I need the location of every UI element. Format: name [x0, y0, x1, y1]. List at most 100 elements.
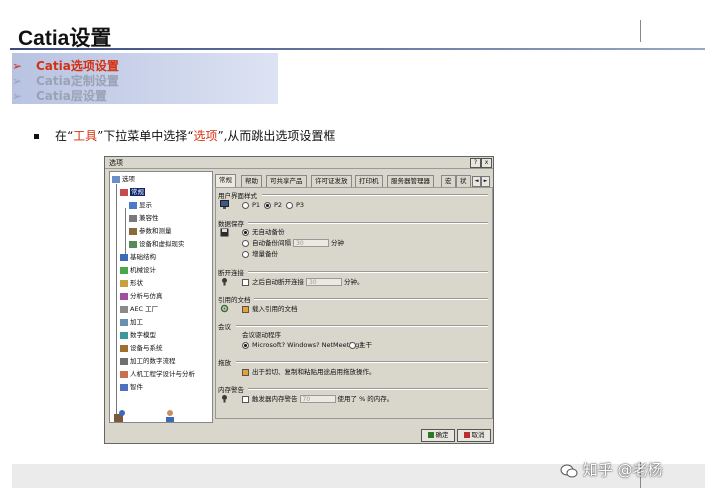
title-divider-tick [640, 20, 641, 42]
meeting-label: 会议 [218, 323, 231, 331]
knowledgeware-icon [120, 383, 128, 391]
lock-reset-icon[interactable] [113, 409, 127, 423]
devices-icon [129, 240, 137, 248]
arrow-right-icon: ➢ [12, 59, 23, 73]
tab-printer[interactable]: 打印机 [355, 175, 383, 187]
auto-disconnect[interactable]: 之后自动断开连接 30 分钟。 [242, 278, 364, 286]
aec-icon [120, 305, 128, 313]
tree-item-display[interactable]: 显示 [129, 200, 152, 210]
general-icon [120, 188, 128, 196]
help-button[interactable]: ? [470, 158, 481, 168]
arrow-right-icon: ➢ [12, 89, 23, 103]
tab-licensing[interactable]: 许可证发放 [311, 175, 352, 187]
drag-drop-checkbox[interactable] [242, 368, 249, 376]
memory-warning[interactable]: 触发器内存警告 70 使用了 % 的内存。 [242, 395, 393, 403]
radio-p1[interactable] [242, 201, 249, 209]
backup-interval-stepper[interactable]: 30 [293, 239, 329, 247]
cancel-button[interactable]: 取消 [457, 429, 491, 442]
tree-item-machining[interactable]: 加工 [120, 317, 143, 327]
tree-item-root[interactable]: 选项 [112, 174, 135, 184]
arrow-right-icon: ➢ [12, 74, 23, 88]
options-tree[interactable]: 选项 常规 显示 兼容性 参数和测量 设备和虚拟现实 基础结构 机械设计 形状 … [109, 171, 213, 423]
digital-mockup-icon [120, 331, 128, 339]
radio-p3[interactable] [286, 201, 293, 209]
tree-item-infrastructure[interactable]: 基础结构 [120, 252, 156, 262]
radio-backbone[interactable] [349, 341, 356, 349]
tree-item-devices[interactable]: 设备和虚拟现实 [129, 239, 185, 249]
radio-auto-backup[interactable] [242, 239, 249, 247]
tree-item-mechanical[interactable]: 机械设计 [120, 265, 156, 275]
display-icon [129, 201, 137, 209]
tree-item-digital-mockup[interactable]: 数字模型 [120, 330, 156, 340]
enable-drag-drop[interactable]: 出于剪切、复制和粘贴用途启用拖放操作。 [242, 368, 376, 376]
tab-shareable[interactable]: 可共享产品 [266, 175, 307, 187]
tree-item-analysis[interactable]: 分析与仿真 [120, 291, 163, 301]
tab-strip: 常规 帮助 可共享产品 许可证发放 打印机 服务器管理器 宏 状 ◄ ► [215, 174, 493, 187]
disconnect-minutes-stepper[interactable]: 30 [306, 278, 342, 286]
outline-item-layer: ➢ Catia层设置 [12, 89, 107, 103]
tree-item-knowledgeware[interactable]: 智件 [120, 382, 143, 392]
instruction-bullet: 在“工具”下拉菜单中选择“选项”,从而跳出选项设置框 [34, 127, 335, 144]
data-save-label: 数据保存 [218, 220, 244, 228]
memory-warning-checkbox[interactable] [242, 395, 249, 403]
ui-style-p2[interactable]: P2 [264, 201, 282, 209]
tree-item-params[interactable]: 参数和测量 [129, 226, 172, 236]
auto-disconnect-checkbox[interactable] [242, 278, 249, 286]
tree-item-compat[interactable]: 兼容性 [129, 213, 159, 223]
meeting-backbone[interactable]: 主干 [349, 341, 372, 349]
tree-item-general[interactable]: 常规 [120, 187, 145, 197]
backup-auto[interactable]: 自动备份间隔 30 分钟 [242, 239, 344, 247]
dialog-titlebar[interactable]: 选项 ? x [105, 157, 493, 169]
tree-item-equipment[interactable]: 设备与系统 [120, 343, 163, 353]
tab-help[interactable]: 帮助 [241, 175, 262, 187]
tree-item-shape[interactable]: 形状 [120, 278, 143, 288]
digital-process-icon [120, 357, 128, 365]
load-referenced-docs[interactable]: 载入引用的文档 [242, 305, 298, 313]
machining-icon [120, 318, 128, 326]
backup-none[interactable]: 无自动备份 [242, 228, 285, 236]
backup-incremental[interactable]: 增量备份 [242, 250, 278, 258]
meeting-netmeeting[interactable]: Microsoft? Windows? NetMeeting? [242, 341, 363, 349]
radio-incremental[interactable] [242, 250, 249, 258]
radio-netmeeting[interactable] [242, 341, 249, 349]
tree-item-aec[interactable]: AEC 工厂 [120, 304, 158, 314]
cancel-x-icon [463, 432, 470, 438]
tab-scroll-left-icon[interactable]: ◄ [472, 176, 481, 187]
memory-percent-stepper[interactable]: 70 [299, 395, 336, 403]
monitor-icon [220, 200, 229, 209]
tab-scroll-right-icon[interactable]: ► [481, 176, 490, 187]
tab-general[interactable]: 常规 [215, 174, 236, 187]
tab-macro[interactable]: 宏 [441, 175, 456, 187]
ui-style-label: 用户界面样式 [218, 192, 257, 200]
ui-style-p3[interactable]: P3 [286, 201, 304, 209]
infrastructure-icon [120, 253, 128, 261]
lightbulb-icon [222, 278, 227, 286]
options-icon [112, 175, 120, 183]
shape-icon [120, 279, 128, 287]
close-button[interactable]: x [481, 158, 492, 168]
tab-server[interactable]: 服务器管理器 [387, 175, 434, 187]
load-referenced-docs-checkbox[interactable] [242, 305, 249, 313]
params-icon [129, 227, 137, 235]
highlight-tools: 工具 [73, 129, 98, 143]
mechanical-icon [120, 266, 128, 274]
user-settings-icon[interactable] [163, 409, 177, 423]
options-panel: 常规 帮助 可共享产品 许可证发放 打印机 服务器管理器 宏 状 ◄ ► 用户界… [215, 171, 493, 421]
linked-docs-icon [220, 304, 229, 313]
wechat-icon [560, 464, 578, 477]
ergonomics-icon [120, 370, 128, 378]
tree-item-digital-process[interactable]: 加工的数字流程 [120, 356, 176, 366]
radio-p2[interactable] [264, 201, 271, 209]
highlight-options: 选项 [193, 129, 218, 143]
disconnect-label: 断开连接 [218, 269, 244, 277]
ok-button[interactable]: 确定 [421, 429, 455, 442]
bullet-square-icon [34, 134, 39, 139]
meeting-driver-label: 会议驱动程序 [242, 331, 281, 339]
general-tab-content: 用户界面样式 P1 P2 P3 数据保存 无自动备份 自动备份间隔 30 分钟 增量… [215, 187, 493, 419]
ui-style-p1[interactable]: P1 [242, 201, 260, 209]
tree-item-ergonomics[interactable]: 人机工程学设计与分析 [120, 369, 195, 379]
referenced-docs-label: 引用的文档 [218, 296, 251, 304]
memory-warning-label: 内存警告 [218, 386, 244, 394]
radio-no-backup[interactable] [242, 228, 249, 236]
tab-status[interactable]: 状 [456, 175, 471, 187]
